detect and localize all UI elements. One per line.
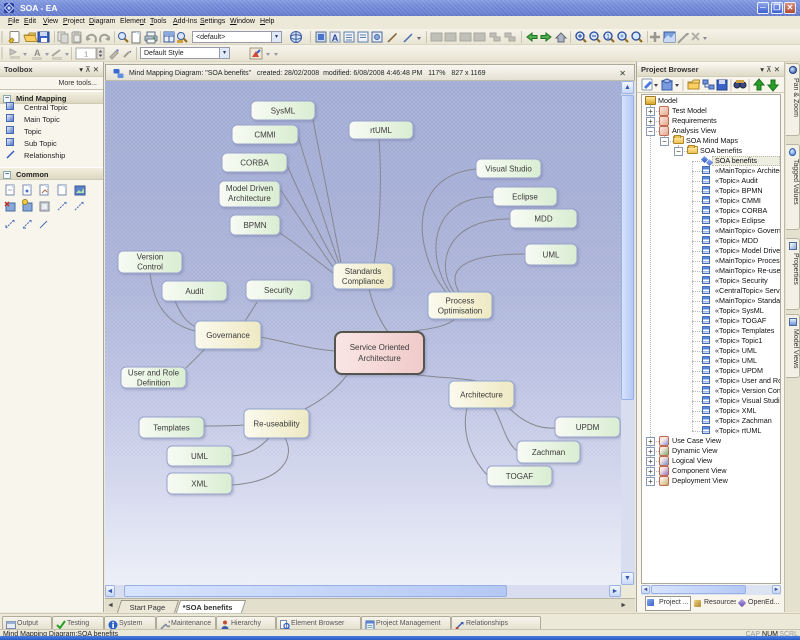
svg-text:TOGAF: TOGAF <box>506 472 534 481</box>
svg-text:User and Role: User and Role <box>128 369 180 378</box>
svg-text:A: A <box>34 48 41 58</box>
svg-text:Visual Studio: Visual Studio <box>485 165 532 174</box>
svg-text:CMMI: CMMI <box>254 131 275 140</box>
svg-text:Version: Version <box>137 253 164 262</box>
svg-text:Optimisation: Optimisation <box>438 307 482 316</box>
svg-text:Architecture: Architecture <box>460 391 503 400</box>
svg-text:CORBA: CORBA <box>240 159 269 168</box>
svg-text:UPDM: UPDM <box>576 423 600 432</box>
svg-text:A: A <box>332 33 339 43</box>
svg-text:1: 1 <box>84 50 88 59</box>
svg-text:Standards: Standards <box>345 267 381 276</box>
svg-text:XML: XML <box>191 480 208 489</box>
svg-text:Re-useability: Re-useability <box>253 420 299 429</box>
svg-text:Service Oriented: Service Oriented <box>350 343 410 352</box>
svg-text:Architecture: Architecture <box>228 194 271 203</box>
svg-text:UML: UML <box>543 251 560 260</box>
svg-text:Control: Control <box>137 263 163 272</box>
svg-text:Architecture: Architecture <box>358 354 401 363</box>
svg-text:rtUML: rtUML <box>370 126 392 135</box>
svg-text:Eclipse: Eclipse <box>512 193 538 202</box>
svg-text:MDD: MDD <box>534 215 552 224</box>
svg-text:Audit: Audit <box>185 287 204 296</box>
svg-text:Compliance: Compliance <box>342 277 385 286</box>
svg-text:Templates: Templates <box>153 424 189 433</box>
svg-text:Zachman: Zachman <box>532 448 565 457</box>
svg-text:Model Driven: Model Driven <box>226 184 273 193</box>
svg-text:Governance: Governance <box>206 331 250 340</box>
svg-text:SysML: SysML <box>271 107 296 116</box>
svg-text:Security: Security <box>264 286 293 295</box>
svg-text:UML: UML <box>191 452 208 461</box>
svg-text:BPMN: BPMN <box>243 221 266 230</box>
svg-text:Definition: Definition <box>137 379 170 388</box>
svg-text:Process: Process <box>446 297 475 306</box>
